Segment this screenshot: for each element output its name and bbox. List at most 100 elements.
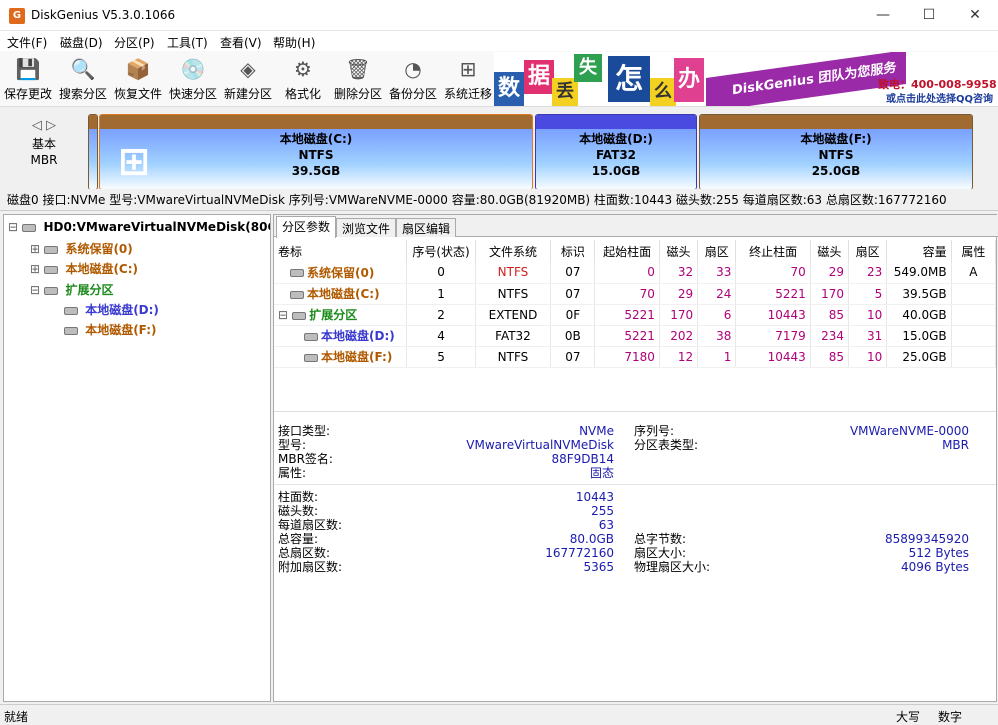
col-end-cyl[interactable]: 终止柱面 — [735, 240, 811, 262]
partition-table: 卷标 序号(状态) 文件系统 标识 起始柱面 磁头 扇区 终止柱面 磁头 扇区 … — [274, 240, 997, 368]
system-migrate-button[interactable]: ⊞ 系统迁移 — [441, 53, 495, 105]
row-label-text: 扩展分区 — [309, 308, 358, 322]
row-start-cyl: 70 — [594, 283, 660, 305]
save-changes-button[interactable]: 💾 保存更改 — [1, 53, 55, 105]
row-attr — [951, 346, 997, 368]
recover-files-button[interactable]: 📦 恢复文件 — [111, 53, 165, 105]
partition-c-fs: NTFS — [298, 148, 334, 162]
row-capacity: 39.5GB — [886, 283, 952, 305]
quick-partition-button[interactable]: 💿 快速分区 — [166, 53, 220, 105]
num-indicator: 数字 — [938, 710, 963, 724]
row-end-head: 85 — [810, 346, 850, 368]
partition-bar-c[interactable]: ⊞ 本地磁盘(C:) NTFS 39.5GB — [99, 114, 533, 190]
col-capacity[interactable]: 容量 — [886, 240, 952, 262]
row-start-sector: 1 — [697, 346, 737, 368]
prop-label: 属性: — [278, 466, 307, 480]
collapse-icon[interactable]: ⊟ — [30, 283, 40, 297]
ad-banner[interactable]: 数 据 丢 失 怎 么 办 DiskGenius 团队为您服务 致电：400-0… — [494, 52, 998, 106]
expand-icon[interactable]: ⊞ — [30, 242, 40, 256]
table-row[interactable]: 系统保留(0) 0 NTFS 07 0 32 33 70 29 23 549.0… — [274, 262, 997, 284]
menu-file[interactable]: 文件(F) — [7, 34, 47, 51]
magnifier-icon: 🔍 — [70, 57, 96, 81]
partition-icon — [44, 286, 59, 295]
col-index[interactable]: 序号(状态) — [406, 240, 476, 262]
new-partition-button[interactable]: ◈ 新建分区 — [221, 53, 275, 105]
tab-browse-files[interactable]: 浏览文件 — [336, 218, 397, 237]
maximize-button[interactable]: ☐ — [906, 0, 952, 31]
banner-qq: 或点击此处选择QQ咨询 — [886, 94, 994, 105]
partition-icon — [292, 311, 307, 320]
partition-d-size: 15.0GB — [591, 164, 641, 178]
tab-sector-edit[interactable]: 扇区编辑 — [396, 218, 457, 237]
prop-value: 63 — [598, 518, 614, 532]
row-id: 0F — [550, 304, 596, 326]
table-row[interactable]: 本地磁盘(C:) 1 NTFS 07 70 29 24 5221 170 5 3… — [274, 283, 997, 305]
row-fs: FAT32 — [475, 325, 552, 347]
col-end-sector[interactable]: 扇区 — [848, 240, 888, 262]
partition-icon — [304, 353, 318, 362]
partition-d-name: 本地磁盘(D:) — [579, 132, 653, 146]
gear-icon: ⚙ — [294, 57, 312, 81]
col-id[interactable]: 标识 — [550, 240, 596, 262]
tree-item-d[interactable]: 本地磁盘(D:) — [64, 301, 159, 318]
tree-item-system-reserved[interactable]: ⊞ 系统保留(0) — [30, 240, 133, 257]
row-label: 本地磁盘(C:) — [274, 283, 408, 305]
collapse-icon[interactable]: ⊟ — [8, 220, 18, 234]
col-start-cyl[interactable]: 起始柱面 — [594, 240, 660, 262]
expand-icon[interactable]: ⊞ — [30, 262, 40, 276]
tab-partition-params[interactable]: 分区参数 — [276, 216, 337, 238]
disk-tree: ⊟ HD0:VMwareVirtualNVMeDisk(80GB) ⊞ 系统保留… — [3, 214, 271, 702]
delete-partition-button[interactable]: 🗑 删除分区 — [331, 53, 385, 105]
row-start-cyl: 5221 — [594, 325, 660, 347]
table-header-row: 卷标 序号(状态) 文件系统 标识 起始柱面 磁头 扇区 终止柱面 磁头 扇区 … — [274, 240, 997, 262]
menu-view[interactable]: 查看(V) — [220, 34, 262, 51]
menu-tools[interactable]: 工具(T) — [167, 34, 208, 51]
row-index: 2 — [406, 304, 476, 326]
caps-indicator: 大写 — [896, 710, 921, 724]
prop-label: 分区表类型: — [634, 438, 699, 452]
partition-bar-f[interactable]: 本地磁盘(F:) NTFS 25.0GB — [699, 114, 973, 190]
row-end-head: 29 — [810, 262, 850, 284]
prop-value: 85899345920 — [885, 532, 969, 546]
col-filesystem[interactable]: 文件系统 — [475, 240, 552, 262]
backup-partition-button[interactable]: ◔ 备份分区 — [386, 53, 440, 105]
prop-label: 扇区大小: — [634, 546, 687, 560]
tree-item-f[interactable]: 本地磁盘(F:) — [64, 321, 157, 338]
menu-help[interactable]: 帮助(H) — [273, 34, 315, 51]
disk-mbr-label: MBR — [30, 153, 58, 167]
nav-arrows-icon[interactable]: ◁ ▷ — [3, 118, 85, 133]
row-attr — [951, 325, 997, 347]
tree-item-extended[interactable]: ⊟ 扩展分区 — [30, 281, 113, 298]
col-attr[interactable]: 属性 — [951, 240, 997, 262]
prop-label: 总字节数: — [634, 532, 687, 546]
search-partition-button[interactable]: 🔍 搜索分区 — [56, 53, 110, 105]
reserved-partition-bar[interactable] — [88, 114, 98, 190]
menu-disk[interactable]: 磁盘(D) — [60, 34, 103, 51]
close-button[interactable]: ✕ — [952, 0, 998, 31]
partition-d-fs: FAT32 — [595, 148, 637, 162]
tree-item-c[interactable]: ⊞ 本地磁盘(C:) — [30, 260, 138, 277]
table-row[interactable]: ⊟ 扩展分区 2 EXTEND 0F 5221 170 6 10443 85 1… — [274, 304, 997, 326]
disk-properties: 接口类型: NVMe 型号: VMwareVirtualNVMeDisk MBR… — [274, 411, 996, 701]
collapse-icon[interactable]: ⊟ — [278, 308, 288, 322]
col-start-sector[interactable]: 扇区 — [697, 240, 737, 262]
prop-value: 255 — [591, 504, 614, 518]
tree-disk-hd0[interactable]: ⊟ HD0:VMwareVirtualNVMeDisk(80GB) — [8, 220, 270, 234]
col-volume-label[interactable]: 卷标 — [274, 240, 408, 262]
menu-partition[interactable]: 分区(P) — [114, 34, 155, 51]
partition-icon — [290, 290, 304, 299]
col-start-head[interactable]: 磁头 — [659, 240, 699, 262]
prop-value: 5365 — [583, 560, 614, 574]
table-row[interactable]: 本地磁盘(D:) 4 FAT32 0B 5221 202 38 7179 234… — [274, 325, 997, 347]
format-button[interactable]: ⚙ 格式化 — [276, 53, 330, 105]
trash-icon: 🗑 — [345, 57, 371, 81]
row-label-text: 本地磁盘(C:) — [307, 287, 380, 301]
row-end-cyl: 70 — [735, 262, 811, 284]
col-end-head[interactable]: 磁头 — [810, 240, 850, 262]
partition-bar-d[interactable]: 本地磁盘(D:) FAT32 15.0GB — [535, 114, 697, 190]
minimize-button[interactable]: — — [860, 0, 906, 31]
prop-value: VMWareNVME-0000 — [849, 424, 969, 438]
row-capacity: 40.0GB — [886, 304, 952, 326]
table-row[interactable]: 本地磁盘(F:) 5 NTFS 07 7180 12 1 10443 85 10… — [274, 346, 997, 368]
windows-migrate-icon: ⊞ — [459, 57, 477, 81]
